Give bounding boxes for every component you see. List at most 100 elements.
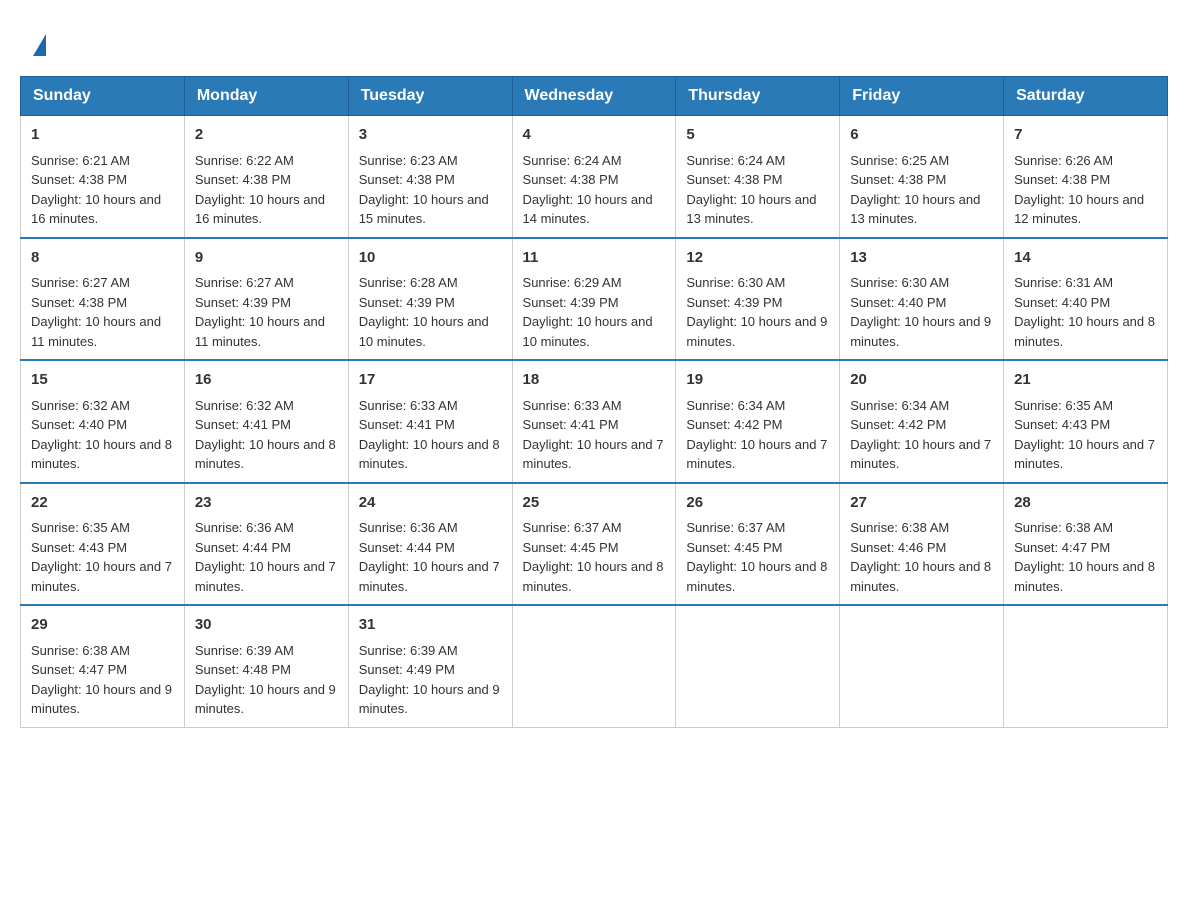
calendar-cell: 8 Sunrise: 6:27 AM Sunset: 4:38 PM Dayli… [21, 238, 185, 361]
day-number: 18 [523, 369, 666, 392]
sunrise-label: Sunrise: 6:39 AM [195, 643, 294, 658]
week-row-5: 29 Sunrise: 6:38 AM Sunset: 4:47 PM Dayl… [21, 605, 1168, 727]
sunrise-label: Sunrise: 6:36 AM [195, 520, 294, 535]
sunset-label: Sunset: 4:38 PM [686, 172, 782, 187]
header [20, 20, 1168, 66]
sunrise-label: Sunrise: 6:37 AM [523, 520, 622, 535]
sunset-label: Sunset: 4:40 PM [850, 295, 946, 310]
daylight-label: Daylight: 10 hours and 10 minutes. [523, 314, 653, 349]
daylight-label: Daylight: 10 hours and 16 minutes. [195, 192, 325, 227]
sunset-label: Sunset: 4:41 PM [359, 417, 455, 432]
sunrise-label: Sunrise: 6:31 AM [1014, 275, 1113, 290]
daylight-label: Daylight: 10 hours and 13 minutes. [686, 192, 816, 227]
daylight-label: Daylight: 10 hours and 11 minutes. [195, 314, 325, 349]
calendar-cell: 13 Sunrise: 6:30 AM Sunset: 4:40 PM Dayl… [840, 238, 1004, 361]
calendar-cell: 3 Sunrise: 6:23 AM Sunset: 4:38 PM Dayli… [348, 116, 512, 238]
daylight-label: Daylight: 10 hours and 8 minutes. [359, 437, 500, 472]
day-number: 15 [31, 369, 174, 392]
calendar-cell: 12 Sunrise: 6:30 AM Sunset: 4:39 PM Dayl… [676, 238, 840, 361]
calendar-cell: 16 Sunrise: 6:32 AM Sunset: 4:41 PM Dayl… [184, 360, 348, 483]
sunrise-label: Sunrise: 6:22 AM [195, 153, 294, 168]
sunset-label: Sunset: 4:45 PM [523, 540, 619, 555]
sunrise-label: Sunrise: 6:34 AM [850, 398, 949, 413]
daylight-label: Daylight: 10 hours and 10 minutes. [359, 314, 489, 349]
calendar-cell: 30 Sunrise: 6:39 AM Sunset: 4:48 PM Dayl… [184, 605, 348, 727]
sunrise-label: Sunrise: 6:27 AM [31, 275, 130, 290]
day-number: 9 [195, 247, 338, 270]
sunset-label: Sunset: 4:44 PM [359, 540, 455, 555]
week-row-4: 22 Sunrise: 6:35 AM Sunset: 4:43 PM Dayl… [21, 483, 1168, 606]
calendar-cell: 23 Sunrise: 6:36 AM Sunset: 4:44 PM Dayl… [184, 483, 348, 606]
calendar-cell: 22 Sunrise: 6:35 AM Sunset: 4:43 PM Dayl… [21, 483, 185, 606]
daylight-label: Daylight: 10 hours and 8 minutes. [1014, 314, 1155, 349]
sunset-label: Sunset: 4:38 PM [850, 172, 946, 187]
sunset-label: Sunset: 4:38 PM [523, 172, 619, 187]
calendar-cell: 14 Sunrise: 6:31 AM Sunset: 4:40 PM Dayl… [1004, 238, 1168, 361]
daylight-label: Daylight: 10 hours and 7 minutes. [686, 437, 827, 472]
header-row: SundayMondayTuesdayWednesdayThursdayFrid… [21, 77, 1168, 116]
day-number: 10 [359, 247, 502, 270]
calendar-cell: 29 Sunrise: 6:38 AM Sunset: 4:47 PM Dayl… [21, 605, 185, 727]
day-number: 30 [195, 614, 338, 637]
sunrise-label: Sunrise: 6:27 AM [195, 275, 294, 290]
header-day-thursday: Thursday [676, 77, 840, 116]
sunrise-label: Sunrise: 6:34 AM [686, 398, 785, 413]
daylight-label: Daylight: 10 hours and 7 minutes. [31, 559, 172, 594]
sunrise-label: Sunrise: 6:24 AM [523, 153, 622, 168]
daylight-label: Daylight: 10 hours and 7 minutes. [195, 559, 336, 594]
sunrise-label: Sunrise: 6:29 AM [523, 275, 622, 290]
daylight-label: Daylight: 10 hours and 8 minutes. [523, 559, 664, 594]
calendar-cell: 28 Sunrise: 6:38 AM Sunset: 4:47 PM Dayl… [1004, 483, 1168, 606]
day-number: 8 [31, 247, 174, 270]
sunset-label: Sunset: 4:42 PM [850, 417, 946, 432]
day-number: 3 [359, 124, 502, 147]
daylight-label: Daylight: 10 hours and 9 minutes. [686, 314, 827, 349]
calendar-cell: 6 Sunrise: 6:25 AM Sunset: 4:38 PM Dayli… [840, 116, 1004, 238]
day-number: 7 [1014, 124, 1157, 147]
sunset-label: Sunset: 4:43 PM [1014, 417, 1110, 432]
calendar-cell: 10 Sunrise: 6:28 AM Sunset: 4:39 PM Dayl… [348, 238, 512, 361]
daylight-label: Daylight: 10 hours and 8 minutes. [31, 437, 172, 472]
calendar-cell: 20 Sunrise: 6:34 AM Sunset: 4:42 PM Dayl… [840, 360, 1004, 483]
sunset-label: Sunset: 4:39 PM [195, 295, 291, 310]
sunset-label: Sunset: 4:42 PM [686, 417, 782, 432]
daylight-label: Daylight: 10 hours and 9 minutes. [850, 314, 991, 349]
calendar-cell: 2 Sunrise: 6:22 AM Sunset: 4:38 PM Dayli… [184, 116, 348, 238]
sunrise-label: Sunrise: 6:38 AM [31, 643, 130, 658]
logo [20, 20, 56, 66]
sunset-label: Sunset: 4:39 PM [359, 295, 455, 310]
calendar-cell: 7 Sunrise: 6:26 AM Sunset: 4:38 PM Dayli… [1004, 116, 1168, 238]
header-day-friday: Friday [840, 77, 1004, 116]
sunset-label: Sunset: 4:41 PM [195, 417, 291, 432]
calendar-cell [840, 605, 1004, 727]
daylight-label: Daylight: 10 hours and 14 minutes. [523, 192, 653, 227]
sunset-label: Sunset: 4:44 PM [195, 540, 291, 555]
calendar-cell: 9 Sunrise: 6:27 AM Sunset: 4:39 PM Dayli… [184, 238, 348, 361]
calendar-cell: 31 Sunrise: 6:39 AM Sunset: 4:49 PM Dayl… [348, 605, 512, 727]
sunset-label: Sunset: 4:38 PM [195, 172, 291, 187]
day-number: 21 [1014, 369, 1157, 392]
logo-triangle-icon [33, 34, 46, 56]
day-number: 13 [850, 247, 993, 270]
daylight-label: Daylight: 10 hours and 9 minutes. [31, 682, 172, 717]
day-number: 19 [686, 369, 829, 392]
daylight-label: Daylight: 10 hours and 13 minutes. [850, 192, 980, 227]
daylight-label: Daylight: 10 hours and 11 minutes. [31, 314, 161, 349]
sunset-label: Sunset: 4:39 PM [523, 295, 619, 310]
day-number: 22 [31, 492, 174, 515]
calendar-cell [512, 605, 676, 727]
calendar-cell: 25 Sunrise: 6:37 AM Sunset: 4:45 PM Dayl… [512, 483, 676, 606]
daylight-label: Daylight: 10 hours and 16 minutes. [31, 192, 161, 227]
header-day-tuesday: Tuesday [348, 77, 512, 116]
sunset-label: Sunset: 4:40 PM [31, 417, 127, 432]
day-number: 6 [850, 124, 993, 147]
sunset-label: Sunset: 4:43 PM [31, 540, 127, 555]
sunrise-label: Sunrise: 6:25 AM [850, 153, 949, 168]
sunset-label: Sunset: 4:38 PM [31, 172, 127, 187]
sunset-label: Sunset: 4:38 PM [1014, 172, 1110, 187]
day-number: 23 [195, 492, 338, 515]
day-number: 16 [195, 369, 338, 392]
day-number: 25 [523, 492, 666, 515]
daylight-label: Daylight: 10 hours and 8 minutes. [686, 559, 827, 594]
sunset-label: Sunset: 4:46 PM [850, 540, 946, 555]
